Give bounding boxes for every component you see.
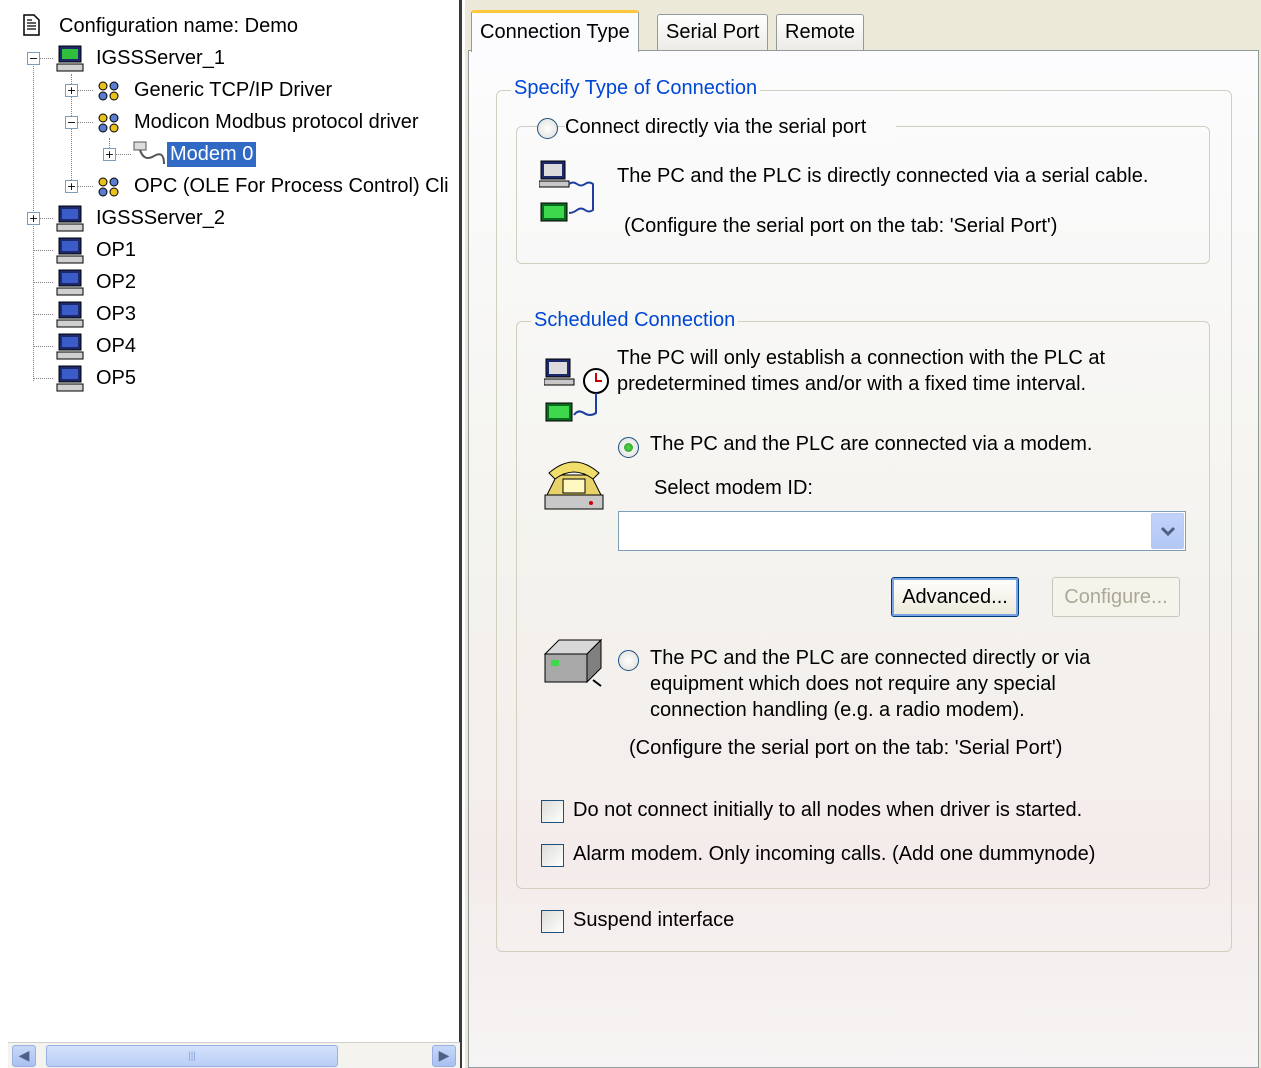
no-initial-connect-checkbox[interactable]	[541, 800, 564, 823]
tree-item-server2[interactable]: IGSSServer_2	[93, 203, 228, 233]
tree-item-modem[interactable]: Modem 0	[165, 139, 258, 169]
pc-plc-cable-icon	[538, 159, 605, 231]
tab-label: Connection Type	[480, 21, 630, 43]
tab-connection-type[interactable]: Connection Type	[471, 10, 639, 52]
tab-label: Remote	[785, 21, 856, 43]
alarm-modem-checkbox[interactable]	[541, 844, 564, 867]
radio-selected-dot	[624, 443, 633, 452]
direct-serial-group	[516, 126, 1210, 264]
direct-equipment-radio[interactable]	[618, 650, 639, 671]
computer-icon	[55, 269, 85, 303]
tree-item-label: OP3	[96, 302, 137, 325]
modem-cable-icon	[132, 140, 166, 174]
tab-panel-connection-type: Specify Type of Connection Connect direc…	[468, 50, 1259, 1068]
tree-item-op1[interactable]: OP1	[93, 235, 139, 265]
direct-serial-radio[interactable]	[537, 118, 558, 139]
computer-icon	[55, 333, 85, 367]
tree-line	[33, 378, 53, 379]
tree-item-op3[interactable]: OP3	[93, 299, 139, 329]
driver-icon	[96, 111, 122, 141]
configure-button-label: Configure...	[1064, 585, 1168, 608]
tree-line	[33, 346, 53, 347]
scroll-left-button[interactable]: ◀	[12, 1045, 36, 1067]
chevron-left-icon: ◀	[18, 1048, 30, 1064]
tree-item-label: Generic TCP/IP Driver	[134, 78, 333, 101]
tree-item-op4[interactable]: OP4	[93, 331, 139, 361]
select-modem-label: Select modem ID:	[654, 477, 813, 499]
driver-icon	[96, 79, 122, 109]
tree-item-label: OP1	[96, 238, 137, 261]
tab-serial-port[interactable]: Serial Port	[657, 14, 769, 50]
modem-radio[interactable]	[618, 437, 639, 458]
tree-line	[33, 314, 53, 315]
tree-item-server1[interactable]: IGSSServer_1	[93, 43, 228, 73]
direct-equipment-line3: connection handling (e.g. a radio modem)…	[650, 699, 1025, 721]
no-initial-connect-label[interactable]: Do not connect initially to all nodes wh…	[573, 799, 1082, 822]
tab-label: Serial Port	[666, 21, 760, 43]
tree-item-label: IGSSServer_1	[96, 46, 225, 69]
tree-line	[33, 282, 53, 283]
direct-equipment-line1[interactable]: The PC and the PLC are connected directl…	[650, 647, 1090, 670]
computer-icon	[55, 237, 85, 271]
expand-icon[interactable]: +	[65, 84, 78, 97]
expand-icon[interactable]: +	[65, 180, 78, 193]
direct-equipment-line2: equipment which does not require any spe…	[650, 673, 1056, 695]
modem-radio-label[interactable]: The PC and the PLC are connected via a m…	[650, 433, 1092, 456]
tree-item-label: Modicon Modbus protocol driver	[134, 110, 419, 133]
grip-icon: |||	[188, 1050, 196, 1062]
direct-serial-hint: (Configure the serial port on the tab: '…	[624, 215, 1058, 237]
tree-line	[33, 250, 53, 251]
scrollbar-thumb[interactable]: |||	[46, 1045, 338, 1067]
document-icon	[21, 14, 41, 42]
horizontal-scrollbar[interactable]: ◀ ||| ▶	[8, 1042, 460, 1068]
configuration-tree[interactable]: − + − + + + Configuration name: Demo IGS…	[0, 0, 462, 1068]
telephone-icon	[541, 451, 607, 523]
tree-item-label: OPC (OLE For Process Control) Cli	[134, 174, 449, 197]
scroll-right-button[interactable]: ▶	[432, 1045, 456, 1067]
tree-root-label: Configuration name: Demo	[59, 14, 299, 37]
chevron-right-icon: ▶	[438, 1048, 450, 1064]
tree-item-op2[interactable]: OP2	[93, 267, 139, 297]
tree-item-label: OP4	[96, 334, 137, 357]
computer-icon	[55, 301, 85, 335]
tree-item-label: Modem 0	[165, 140, 258, 168]
scheduled-description-line1: The PC will only establish a connection …	[617, 347, 1106, 369]
suspend-interface-checkbox[interactable]	[541, 910, 564, 933]
direct-serial-description: The PC and the PLC is directly connected…	[617, 165, 1149, 187]
tree-item-generic-driver[interactable]: Generic TCP/IP Driver	[131, 75, 335, 105]
configure-button[interactable]: Configure...	[1052, 577, 1180, 617]
driver-icon	[96, 175, 122, 205]
radio-modem-device-icon	[541, 636, 607, 698]
alarm-modem-label[interactable]: Alarm modem. Only incoming calls. (Add o…	[573, 843, 1095, 866]
tree-item-label: OP5	[96, 366, 137, 389]
direct-equipment-hint: (Configure the serial port on the tab: '…	[629, 737, 1063, 759]
dropdown-button[interactable]	[1151, 513, 1184, 549]
specify-connection-title: Specify Type of Connection	[511, 77, 761, 100]
scheduled-connection-title: Scheduled Connection	[531, 309, 739, 332]
tree-item-root[interactable]: Configuration name: Demo	[56, 11, 301, 41]
computer-icon	[55, 205, 85, 239]
tree-item-op5[interactable]: OP5	[93, 363, 139, 393]
computer-icon	[55, 45, 85, 79]
expand-icon[interactable]: +	[103, 148, 116, 161]
suspend-interface-label[interactable]: Suspend interface	[573, 909, 734, 932]
tree-item-label: IGSSServer_2	[96, 206, 225, 229]
pc-plc-clock-icon	[543, 357, 614, 431]
computer-icon	[55, 365, 85, 399]
collapse-icon[interactable]: −	[27, 52, 40, 65]
tree-item-label: OP2	[96, 270, 137, 293]
collapse-icon[interactable]: −	[65, 116, 78, 129]
tab-remote[interactable]: Remote	[776, 14, 865, 50]
advanced-button[interactable]: Advanced...	[891, 577, 1019, 617]
chevron-down-icon	[1160, 526, 1175, 537]
expand-icon[interactable]: +	[27, 212, 40, 225]
properties-pane: Connection Type Serial Port Remote Speci…	[465, 0, 1261, 1068]
scheduled-description-line2: predetermined times and/or with a fixed …	[617, 373, 1087, 395]
modem-id-dropdown[interactable]	[618, 511, 1186, 551]
tree-item-opc-driver[interactable]: OPC (OLE For Process Control) Cli	[131, 171, 461, 201]
direct-serial-radio-label[interactable]: Connect directly via the serial port	[565, 116, 897, 139]
tree-item-modbus-driver[interactable]: Modicon Modbus protocol driver	[131, 107, 422, 137]
advanced-button-label: Advanced...	[902, 585, 1008, 608]
